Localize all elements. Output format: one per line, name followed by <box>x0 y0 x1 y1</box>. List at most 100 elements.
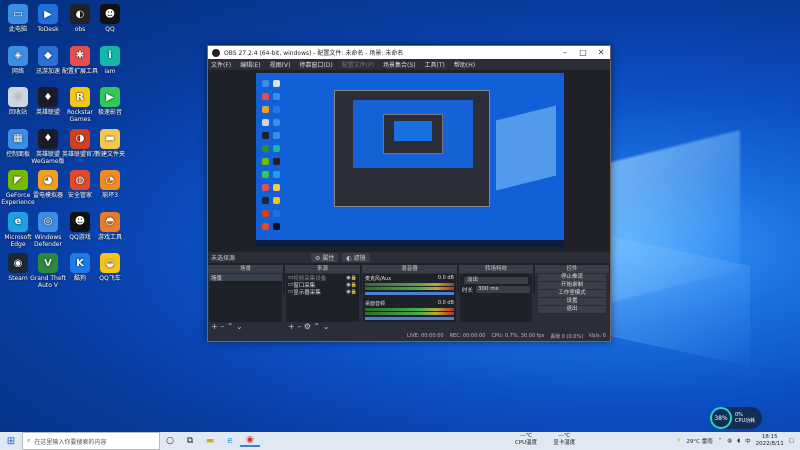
desktop-icon-label: Grand Theft Auto V <box>30 275 66 289</box>
clock[interactable]: 18:15 2022/8/11 <box>756 434 784 448</box>
desktop-icon[interactable]: ◆ 迅游加速 <box>30 45 66 75</box>
control-button[interactable]: 开始录制 <box>538 282 606 289</box>
ime-icon[interactable]: 中 <box>745 437 751 445</box>
volume-slider[interactable] <box>365 292 454 295</box>
windows-start-icon[interactable]: ⊞ <box>0 436 22 447</box>
audio-meter <box>365 283 454 286</box>
duration-label: 时长 <box>462 288 474 294</box>
taskbar-search[interactable]: ⌕ 在这里输入你要搜索的内容 <box>22 432 160 450</box>
close-icon[interactable]: ✕ <box>592 48 610 57</box>
transition-select[interactable]: 淡出 <box>464 277 528 284</box>
menu-item[interactable]: 配置文件(P) <box>342 60 374 69</box>
obs-taskbar-icon[interactable]: ◉ <box>240 435 260 447</box>
task-view-icon[interactable]: ⧉ <box>180 436 200 446</box>
menu-item[interactable]: 工具(T) <box>425 60 445 69</box>
cortana-icon[interactable]: ○ <box>160 436 180 446</box>
obs-status-bar: LIVE: 00:00:00 REC: 00:00:00 CPU: 0.7%, 30… <box>208 331 610 341</box>
desktop-icon[interactable]: ▶ 极速影音 <box>92 87 128 116</box>
mixer-track: 桌面音频 0.0 dB <box>363 299 456 321</box>
desktop-icon[interactable]: ◒ QQ飞车 <box>92 253 128 282</box>
control-button[interactable]: 停止推流 <box>538 274 606 281</box>
mixer-track: 麦克风/Aux 0.0 dB <box>363 274 456 296</box>
desktop-icon-label: 英雄联盟WeGame版 <box>31 150 65 165</box>
add-scene-icon[interactable]: + <box>211 322 218 331</box>
move-up-icon[interactable]: ⌃ <box>227 322 234 331</box>
minimize-icon[interactable]: – <box>556 48 574 57</box>
menu-item[interactable]: 编辑(E) <box>240 60 260 69</box>
edge-icon[interactable]: e <box>220 436 240 446</box>
obs-window[interactable]: OBS 27.2.4 (64-bit, windows) - 配置文件: 未命名… <box>207 45 611 342</box>
weather-text[interactable]: 29°C 雷雨 <box>686 437 712 445</box>
obs-logo-icon <box>212 48 220 57</box>
volume-slider[interactable] <box>365 317 454 320</box>
desktop-icon[interactable]: ☻ QQ <box>92 4 128 33</box>
add-source-icon[interactable]: + <box>288 322 295 331</box>
controls-dock: 控件 停止推流 开始录制 工作室模式 设置 退出 <box>535 265 609 329</box>
desktop-icon[interactable]: ◕ 雷电模拟器 <box>30 170 66 199</box>
network-icon[interactable]: ◍ <box>727 438 732 444</box>
move-down-icon[interactable]: ⌄ <box>323 322 330 331</box>
desktop-app-icon: ▬ <box>100 128 120 149</box>
status-item: LIVE: 00:00:00 <box>407 333 444 339</box>
cpu-widget[interactable]: 38% 0% CPU功耗 <box>710 407 762 429</box>
menu-item[interactable]: 停靠窗口(D) <box>299 60 332 69</box>
source-item[interactable]: ▭ 显示器采集 ◉🔒 <box>286 288 359 296</box>
scenes-toolbar: + – ⌃ ⌄ <box>208 323 283 331</box>
mixer-dock-title: 混音器 <box>362 265 457 273</box>
bottom-docks: 场景 场景 + – ⌃ ⌄ 来源 ▭ 视频采集设备 ◉🔒 ▭ 窗口采集 ◉🔒 ▭ 显… <box>208 265 610 331</box>
transitions-dock-title: 转场特效 <box>459 265 533 273</box>
desktop-icon-label: QQ飞车 <box>99 275 121 282</box>
transitions-body: 淡出 时长 300 ms <box>460 274 532 322</box>
tray-chevron-icon[interactable]: ⌃ <box>718 438 723 444</box>
desktop-app-icon: ☻ <box>70 211 90 232</box>
desktop-icon-label: Windows Defender <box>34 233 62 248</box>
desktop-icon[interactable]: V Grand Theft Auto V <box>30 253 66 289</box>
cpu-line2: CPU功耗 <box>735 418 756 424</box>
desktop-icon[interactable]: ▶ ToDesk <box>30 4 66 33</box>
filters-button[interactable]: ◐ 滤镜 <box>342 253 370 262</box>
desktop-icon[interactable]: ♦ 英雄联盟WeGame版 <box>30 128 66 165</box>
obs-menu-bar: 文件(F) 编辑(E) 视图(V) 停靠窗口(D) 配置文件(P) 场景集合(S) 工具(T… <box>208 59 610 70</box>
desktop-icon[interactable]: ▬ 新建文件夹 <box>92 128 128 158</box>
notification-icon[interactable]: ▢ <box>789 438 794 444</box>
desktop-app-icon: ◆ <box>38 45 58 66</box>
volume-icon[interactable]: ◖ <box>737 438 740 444</box>
desktop-icon[interactable]: ♦ 英雄联盟 <box>30 87 66 116</box>
preview-taskbar <box>256 240 564 247</box>
audio-meter <box>365 287 454 290</box>
weather-icon: ☀ <box>676 438 682 444</box>
desktop-app-icon: R <box>70 87 90 107</box>
menu-item[interactable]: 文件(F) <box>211 60 231 69</box>
desktop-icon-label: ToDesk <box>37 26 59 33</box>
obs-title-bar[interactable]: OBS 27.2.4 (64-bit, windows) - 配置文件: 未命名… <box>208 46 610 59</box>
move-down-icon[interactable]: ⌄ <box>236 322 243 331</box>
desktop-icon[interactable]: i iam <box>92 45 128 75</box>
gpu-temp: —℃ 显卡温度 <box>553 433 576 446</box>
desktop-icon-label: iam <box>104 67 116 75</box>
file-explorer-icon[interactable]: ▬ <box>200 436 220 446</box>
preview-canvas[interactable] <box>256 73 564 247</box>
status-item: CPU: 0.7%, 30.00 fps <box>491 333 545 339</box>
desktop-app-icon: ▶ <box>38 4 58 24</box>
control-button[interactable]: 退出 <box>538 306 606 313</box>
move-up-icon[interactable]: ⌃ <box>314 322 321 331</box>
menu-item[interactable]: 视图(V) <box>270 60 291 69</box>
menu-item[interactable]: 场景集合(S) <box>383 60 416 69</box>
scene-item[interactable]: 场景 <box>209 274 282 282</box>
menu-item[interactable]: 帮助(H) <box>454 60 475 69</box>
maximize-icon[interactable]: □ <box>574 48 592 57</box>
remove-source-icon[interactable]: – <box>297 322 301 331</box>
control-button[interactable]: 设置 <box>538 298 606 305</box>
desktop-icon[interactable]: ◔ 崩坏3 <box>92 170 128 199</box>
desktop-icon[interactable]: ◎ Windows Defender <box>30 211 66 248</box>
source-settings-icon[interactable]: ⚙ <box>304 322 311 331</box>
desktop-icon[interactable]: ◓ 游戏工具 <box>92 211 128 241</box>
cpu-temp: —℃ CPU温度 <box>515 433 538 446</box>
control-button[interactable]: 工作室模式 <box>538 290 606 297</box>
preview-desktop-icons <box>260 77 282 233</box>
controls-dock-title: 控件 <box>535 265 609 273</box>
duration-field[interactable]: 300 ms <box>476 286 530 293</box>
properties-button[interactable]: ⚙ 属性 <box>311 253 339 262</box>
status-item: 丢帧 0 (0.0%) <box>550 333 584 340</box>
remove-scene-icon[interactable]: – <box>220 322 224 331</box>
